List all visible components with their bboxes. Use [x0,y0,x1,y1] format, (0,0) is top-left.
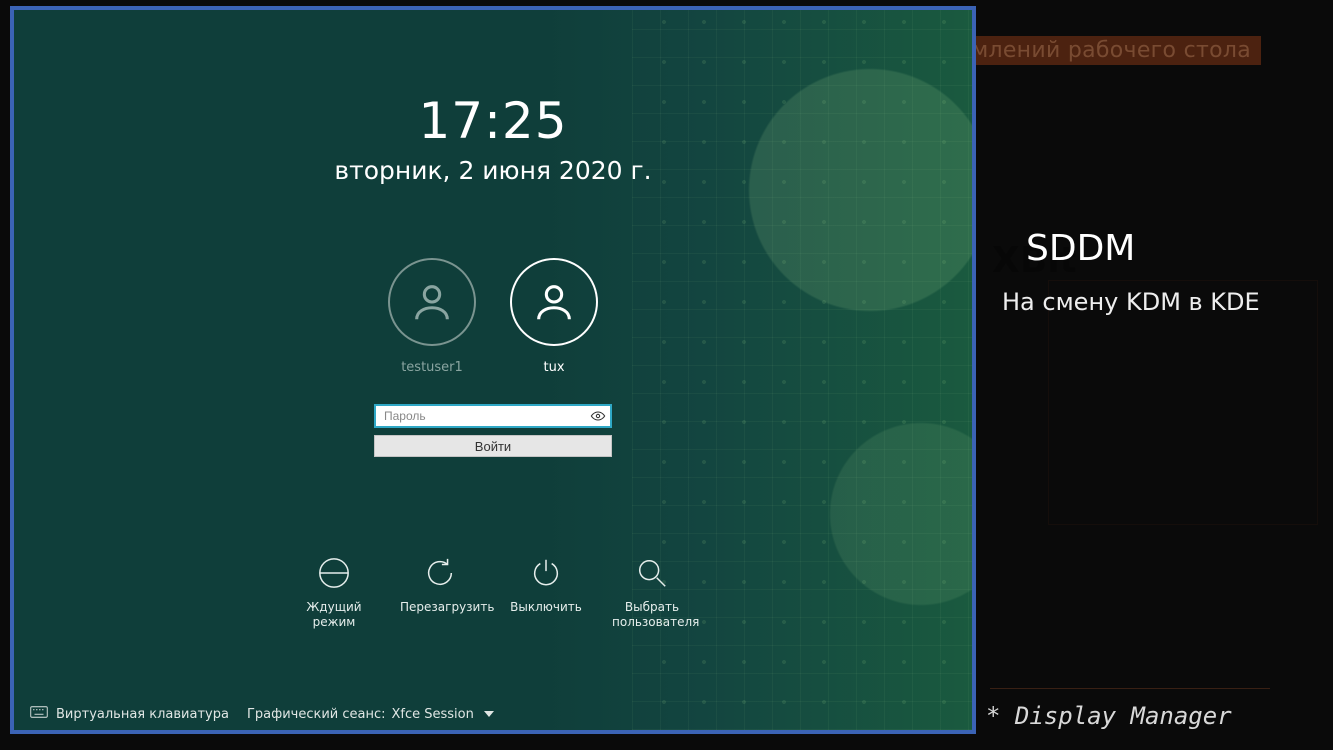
background-slide-title: млений рабочего стола [962,36,1261,65]
side-footnote: * Display Manager [986,702,1232,730]
clock-date: вторник, 2 июня 2020 г. [14,156,972,185]
virtual-keyboard-label: Виртуальная клавиатура [56,707,229,722]
user-tux[interactable]: tux [507,258,601,375]
power-icon [529,556,563,590]
chevron-down-icon [484,711,494,717]
shutdown-button[interactable]: Выключить [506,556,586,630]
sleep-icon [317,556,351,590]
action-label: Выбратьпользователя [612,600,692,630]
side-title: SDDM [1026,228,1135,269]
session-name: Xfce Session [392,707,474,722]
reboot-button[interactable]: Перезагрузить [400,556,480,630]
login-form: Войти [374,404,612,457]
login-button[interactable]: Войти [374,435,612,457]
search-icon [635,556,669,590]
session-selector[interactable]: Графический сеанс: Xfce Session [247,707,494,722]
password-field-wrapper [374,404,612,428]
user-name-label: testuser1 [385,360,479,375]
user-list: testuser1 tux [14,258,972,375]
user-testuser1[interactable]: testuser1 [385,258,479,375]
switch-user-button[interactable]: Выбратьпользователя [612,556,692,630]
sleep-button[interactable]: Ждущийрежим [294,556,374,630]
background-frame [1048,280,1318,525]
clock-block: 17:25 вторник, 2 июня 2020 г. [14,92,972,185]
action-label: Выключить [506,600,586,615]
user-avatar-icon [388,258,476,346]
session-label-prefix: Графический сеанс: [247,707,386,722]
reveal-password-icon[interactable] [586,404,610,428]
system-actions: Ждущийрежим Перезагрузить Выключить [14,556,972,630]
background-rule [990,688,1270,689]
action-label: Перезагрузить [400,600,480,615]
action-label: Ждущийрежим [294,600,374,630]
reboot-icon [423,556,457,590]
side-subtitle: На смену KDM в KDE [1002,288,1260,316]
clock-time: 17:25 [14,92,972,150]
password-input[interactable] [376,406,586,426]
user-avatar-icon [510,258,598,346]
user-name-label: tux [507,360,601,375]
bottom-bar: Виртуальная клавиатура Графический сеанс… [30,706,956,722]
keyboard-icon [30,706,48,722]
sddm-login-screen: 17:25 вторник, 2 июня 2020 г. testuser1 … [10,6,976,734]
virtual-keyboard-toggle[interactable]: Виртуальная клавиатура [30,706,229,722]
